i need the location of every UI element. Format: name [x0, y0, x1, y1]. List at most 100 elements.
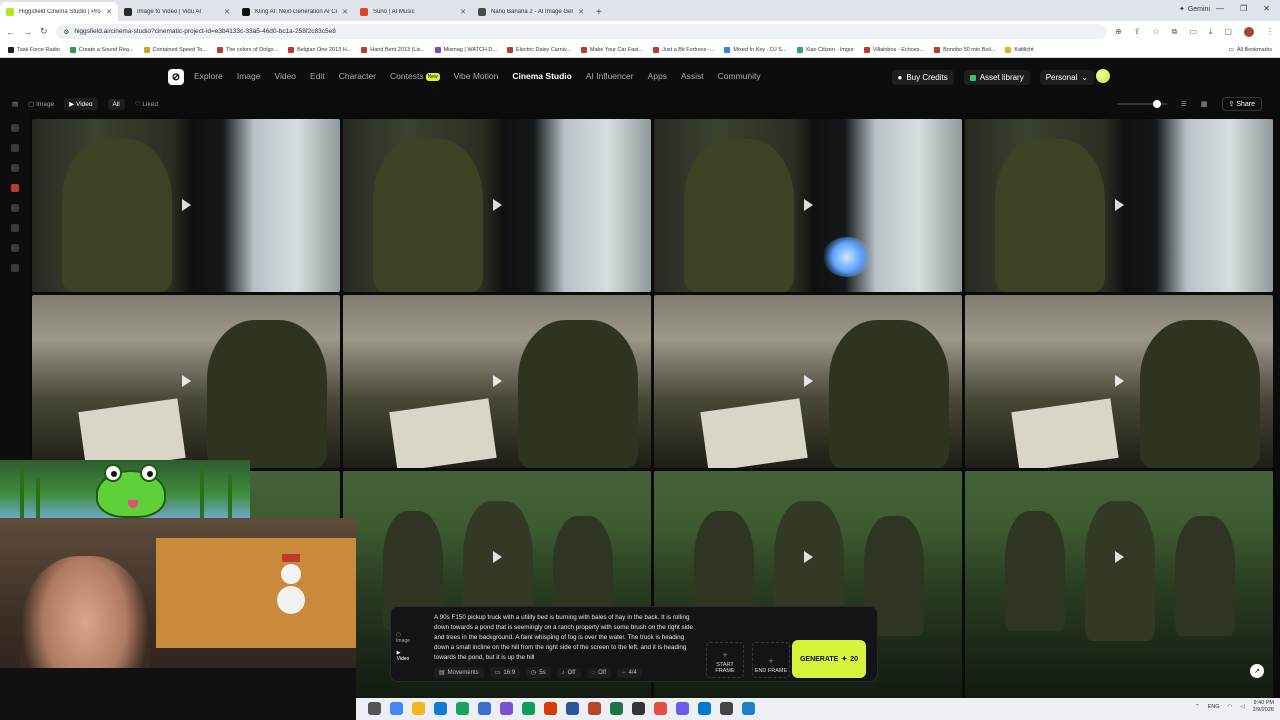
- bookmark-item[interactable]: Create a Sound Rea...: [69, 46, 134, 53]
- bookmark-item[interactable]: Mixed In Key - DJ S...: [724, 46, 787, 53]
- play-icon[interactable]: [1115, 551, 1124, 563]
- video-tile[interactable]: [343, 119, 651, 292]
- video-tile[interactable]: [32, 295, 340, 468]
- gemini-button[interactable]: ✦ Gemini: [1179, 5, 1210, 14]
- bookmark-item[interactable]: Hand Bent 2013 (Liv...: [361, 46, 425, 53]
- play-icon[interactable]: [804, 551, 813, 563]
- share-button[interactable]: ⇪ Share: [1221, 97, 1262, 111]
- generate-button[interactable]: GENERATE ✦ 20: [792, 640, 866, 678]
- video-tile[interactable]: [965, 295, 1273, 468]
- nav-vibe-motion[interactable]: Vibe Motion: [454, 71, 499, 81]
- browser-tab[interactable]: Higgsfield Cinema Studio | Prof ✕: [0, 2, 118, 21]
- nav-assist[interactable]: Assist: [681, 71, 704, 81]
- end-frame-slot[interactable]: + END FRAME: [752, 642, 790, 678]
- xbox-icon[interactable]: [522, 702, 535, 715]
- close-icon[interactable]: ✕: [460, 8, 466, 16]
- filter-liked[interactable]: ♡ Liked: [135, 100, 158, 108]
- filter-image[interactable]: ▢ Image: [28, 100, 54, 108]
- prompt-textarea[interactable]: A 90s F150 pickup truck with a utility b…: [434, 613, 696, 663]
- filter-video[interactable]: ▶ Video: [64, 98, 98, 110]
- play-icon[interactable]: [182, 375, 191, 387]
- project-thumb[interactable]: [11, 244, 19, 252]
- bookmark-item[interactable]: Mismag | WATCH D...: [434, 46, 497, 53]
- slider-knob[interactable]: [1152, 100, 1161, 108]
- mail-icon[interactable]: [478, 702, 491, 715]
- all-bookmarks[interactable]: ▭ All Bookmarks: [1229, 47, 1272, 53]
- mode-image[interactable]: ▢ Image: [396, 632, 410, 644]
- bookmark-item[interactable]: Villalobos - Echoes...: [863, 46, 924, 53]
- higgsfield-logo[interactable]: ⊘: [168, 69, 184, 85]
- wifi-icon[interactable]: ◠: [1228, 704, 1233, 710]
- audio-toggle[interactable]: ♪ Off: [556, 667, 581, 678]
- chevron-up-icon[interactable]: ⌃: [1195, 704, 1200, 710]
- nav-ai-influencer[interactable]: AI Influencer: [586, 71, 634, 81]
- star-icon[interactable]: ☆: [1152, 27, 1159, 36]
- download-icon[interactable]: ⤓: [1209, 27, 1213, 37]
- chrome-icon[interactable]: [390, 702, 403, 715]
- settings-icon[interactable]: [742, 702, 755, 715]
- mode-video[interactable]: ▶ Video: [397, 650, 410, 662]
- bookmark-item[interactable]: Contained Speed To...: [143, 46, 207, 53]
- bookmark-item[interactable]: Electric Daisy Carniv...: [506, 46, 571, 53]
- aspect-ratio-select[interactable]: ▭ 16:9: [489, 667, 521, 678]
- extra-toggle[interactable]: ◌ Off: [586, 667, 612, 678]
- bookmark-item[interactable]: Task Force Radio: [8, 46, 60, 53]
- play-icon[interactable]: [804, 375, 813, 387]
- bookmark-item[interactable]: Kaltlicht: [1005, 46, 1034, 53]
- project-thumb[interactable]: [11, 224, 19, 232]
- project-thumb[interactable]: [11, 144, 19, 152]
- play-icon[interactable]: [1115, 375, 1124, 387]
- zoom-slider[interactable]: [1116, 100, 1167, 108]
- extensions-icon[interactable]: ⧉: [1172, 27, 1178, 37]
- language-indicator[interactable]: ENG: [1208, 704, 1220, 710]
- bookmark-item[interactable]: Just a Bit Fortress -...: [653, 46, 714, 53]
- install-icon[interactable]: ⊕: [1115, 27, 1122, 36]
- bookmark-item[interactable]: Make Your Car Fast...: [580, 46, 643, 53]
- nav-contests[interactable]: Contests New: [390, 71, 440, 81]
- minimize-icon[interactable]: —: [1216, 4, 1224, 13]
- clock[interactable]: 9:40 PM 2/9/2026: [1253, 700, 1274, 714]
- site-info-icon[interactable]: ⚙: [64, 28, 70, 36]
- menu-icon[interactable]: ⋮: [1266, 27, 1274, 36]
- bookmark-item[interactable]: Bonobo 50 min Boil...: [934, 46, 995, 53]
- browser-tab[interactable]: Suno | AI Music ✕: [354, 2, 472, 21]
- nav-community[interactable]: Community: [718, 71, 761, 81]
- bookmark-item[interactable]: The colors of Dolgo...: [216, 46, 278, 53]
- browser-tab[interactable]: Kling AI: Next-Generation AI Cr ✕: [236, 2, 354, 21]
- video-tile[interactable]: [654, 295, 962, 468]
- project-thumb[interactable]: [11, 184, 19, 192]
- list-view-icon[interactable]: ☰: [1181, 100, 1187, 108]
- profile-avatar[interactable]: [1244, 26, 1254, 37]
- browser-tab[interactable]: Image to Video | Vidu AI ✕: [118, 2, 236, 21]
- file-explorer-icon[interactable]: [368, 702, 381, 715]
- duration-select[interactable]: ◷ 5s: [526, 667, 551, 678]
- movements-button[interactable]: ▤ Movements: [434, 667, 484, 678]
- new-tab-button[interactable]: +: [590, 7, 608, 21]
- project-thumb[interactable]: [11, 264, 19, 272]
- word-icon[interactable]: [566, 702, 579, 715]
- bookmark-item[interactable]: Belgian One 2013 H...: [288, 46, 351, 53]
- obs-icon[interactable]: [632, 702, 645, 715]
- back-icon[interactable]: ←: [6, 27, 15, 37]
- close-window-icon[interactable]: ✕: [1263, 4, 1270, 13]
- video-tile[interactable]: [343, 295, 651, 468]
- video-tile[interactable]: [32, 119, 340, 292]
- edge-icon[interactable]: [434, 702, 447, 715]
- play-icon[interactable]: [804, 199, 813, 211]
- terminal-icon[interactable]: [720, 702, 733, 715]
- folder-icon[interactable]: [412, 702, 425, 715]
- forward-icon[interactable]: →: [23, 27, 32, 37]
- nav-edit[interactable]: Edit: [310, 71, 325, 81]
- volume-icon[interactable]: ◁: [1240, 704, 1244, 710]
- assistant-fab-icon[interactable]: ↗: [1250, 664, 1264, 678]
- play-icon[interactable]: [493, 551, 502, 563]
- play-icon[interactable]: [493, 199, 502, 211]
- workspace-selector[interactable]: Personal ⌄: [1039, 70, 1094, 85]
- share-page-icon[interactable]: ⇪: [1134, 27, 1141, 36]
- browser-tab[interactable]: Nano Banana 2 - AI Image Gen ✕: [472, 2, 590, 21]
- play-icon[interactable]: [1115, 199, 1124, 211]
- close-icon[interactable]: ✕: [578, 8, 584, 16]
- bookmark-item[interactable]: Xiao Citizen - Imgur: [796, 46, 854, 53]
- nav-apps[interactable]: Apps: [648, 71, 667, 81]
- spotify-icon[interactable]: [456, 702, 469, 715]
